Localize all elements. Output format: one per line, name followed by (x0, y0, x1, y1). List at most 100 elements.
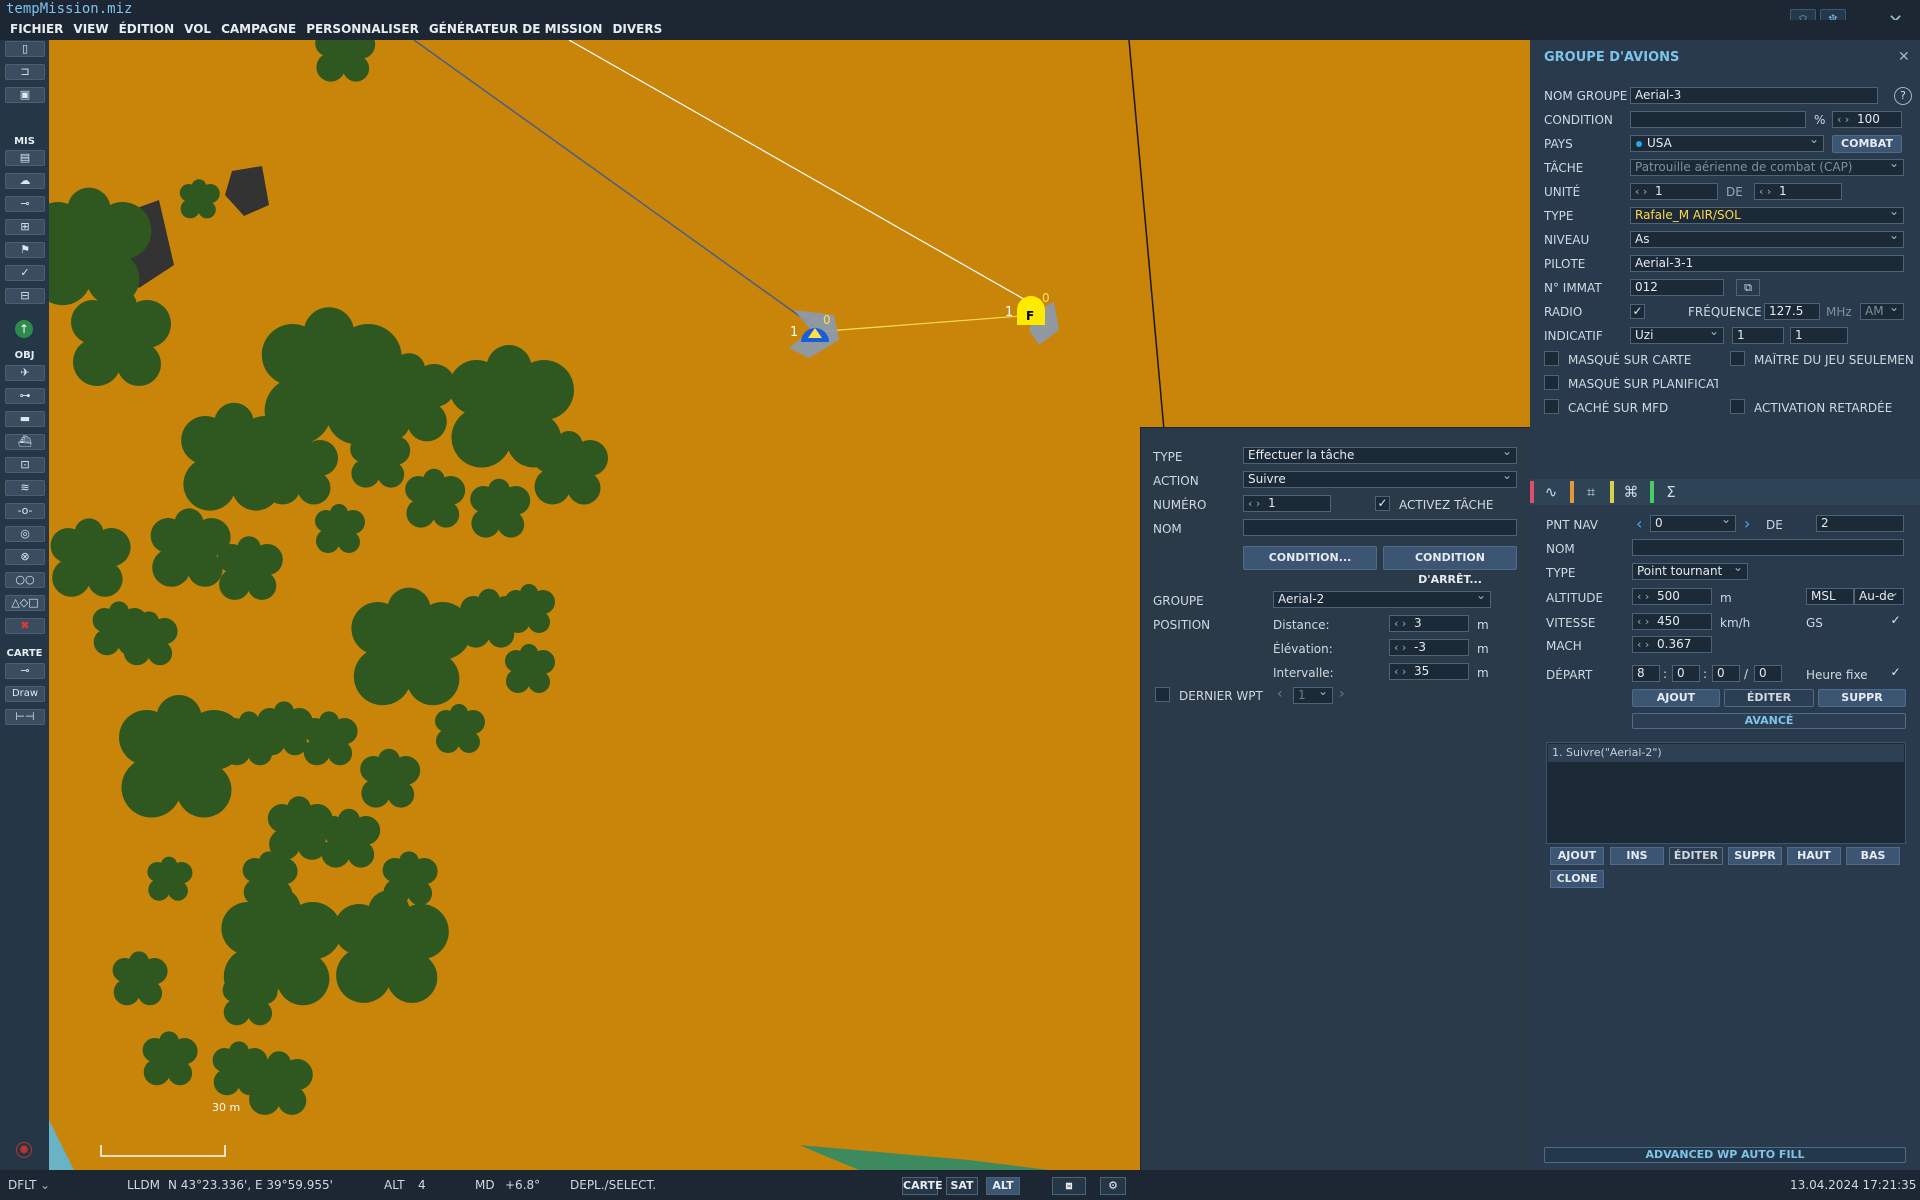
wp-suppr-button[interactable]: SUPPR (1818, 689, 1906, 707)
frequence-field[interactable]: 127.5 (1764, 303, 1820, 320)
trigger-icon[interactable]: ⊸ (5, 196, 45, 212)
copy-icon[interactable]: ⧉ (1736, 279, 1760, 296)
task-nom-field[interactable] (1243, 519, 1517, 536)
zone-icon[interactable]: ⊗ (5, 549, 45, 565)
wp-ajout-button[interactable]: AJOUT (1632, 689, 1720, 707)
numero-field[interactable]: 1 (1243, 495, 1331, 512)
waypoint-icon[interactable]: -o- (5, 503, 45, 519)
arrow-up-icon[interactable]: ↑ (15, 320, 33, 338)
condition-button[interactable]: CONDITION... (1243, 546, 1377, 570)
template-icon[interactable]: ○○ (5, 572, 45, 588)
ground-unit-icon[interactable]: ▬ (5, 411, 45, 427)
heure-fixe-checkbox[interactable]: ✓ (1888, 666, 1903, 681)
wp-editer-button[interactable]: ÉDITER (1724, 689, 1814, 707)
gs-checkbox[interactable]: ✓ (1888, 614, 1903, 629)
unite-de-field[interactable]: 1 (1754, 183, 1842, 200)
modulation-dropdown[interactable]: AM (1860, 303, 1904, 320)
type-dropdown[interactable]: Rafale_M AIR/SOL (1630, 207, 1904, 224)
weather-icon[interactable]: ☁ (5, 173, 45, 189)
dernier-wpt-checkbox[interactable] (1155, 687, 1170, 702)
indicatif-number-1[interactable]: 1 (1732, 327, 1784, 344)
depart-seconds[interactable]: 0 (1712, 665, 1740, 682)
action-bas-button[interactable]: BAS (1846, 847, 1900, 865)
aircraft-yellow-icon[interactable] (1017, 296, 1059, 345)
wp-type-dropdown[interactable]: Point tournant (1632, 563, 1748, 580)
wp-nom-field[interactable] (1632, 539, 1904, 556)
action-dropdown[interactable]: Suivre (1243, 471, 1517, 488)
immat-field[interactable]: 012 (1630, 279, 1724, 296)
menu-vol[interactable]: VOL (184, 20, 211, 40)
pilote-field[interactable]: Aerial-3-1 (1630, 255, 1904, 272)
distance-field[interactable]: 3 (1389, 615, 1469, 632)
condition-pct-field[interactable]: 100 (1832, 111, 1902, 128)
chain-icon[interactable]: ⊟ (5, 288, 45, 304)
depart-minutes[interactable]: 0 (1672, 665, 1700, 682)
ruler-icon[interactable]: ⊢⊣ (5, 709, 45, 725)
tab-payload-icon[interactable]: ⌘ (1616, 479, 1646, 505)
action-ajout-button[interactable]: AJOUT (1550, 847, 1604, 865)
menu-campagne[interactable]: CAMPAGNE (221, 20, 296, 40)
list-item[interactable]: 1. Suivre("Aerial-2") (1548, 744, 1904, 762)
maitre-jeu-checkbox[interactable] (1730, 351, 1745, 366)
key-icon[interactable]: ⊸ (5, 663, 45, 679)
intervalle-field[interactable]: 35 (1389, 663, 1469, 680)
settings-icon[interactable]: ⚙ (1100, 1177, 1126, 1195)
nom-groupe-field[interactable]: Aerial-3 (1630, 87, 1878, 104)
action-clone-button[interactable]: CLONE (1550, 870, 1604, 888)
close-panel-icon[interactable]: ✕ (1898, 49, 1910, 65)
niveau-dropdown[interactable]: As (1630, 231, 1904, 248)
ship-icon[interactable]: ⛴ (5, 434, 45, 450)
menu-edition[interactable]: ÉDITION (119, 20, 175, 40)
menu-view[interactable]: VIEW (73, 20, 108, 40)
indicatif-number-2[interactable]: 1 (1790, 327, 1848, 344)
prev-waypoint-icon[interactable]: ‹ (1636, 514, 1642, 533)
check-icon[interactable]: ✓ (5, 265, 45, 281)
pnt-nav-dropdown[interactable]: 0 (1650, 515, 1736, 532)
altitude-field[interactable]: 500 (1632, 588, 1712, 605)
dflt-dropdown[interactable]: DFLT (8, 1178, 37, 1192)
masque-planif-checkbox[interactable] (1544, 375, 1559, 390)
tab-target-icon[interactable]: ⌗ (1576, 479, 1606, 505)
target-icon[interactable]: ◎ (5, 526, 45, 542)
open-file-icon[interactable]: ⊐ (5, 64, 45, 80)
pays-dropdown[interactable]: USA (1630, 135, 1824, 152)
delete-icon[interactable]: ✖ (5, 618, 45, 634)
lldm-label[interactable]: LLDM (127, 1178, 160, 1192)
help-icon[interactable]: ? (1894, 87, 1912, 105)
unite-field[interactable]: 1 (1630, 183, 1718, 200)
task-type-dropdown[interactable]: Effectuer la tâche (1243, 447, 1517, 464)
action-haut-button[interactable]: HAUT (1787, 847, 1841, 865)
tab-summary-icon[interactable]: Σ (1656, 479, 1686, 505)
condition-field[interactable] (1630, 111, 1806, 128)
helicopter-icon[interactable]: ⊶ (5, 388, 45, 404)
next-waypoint-icon[interactable]: › (1744, 514, 1750, 533)
save-icon[interactable]: ▣ (5, 87, 45, 103)
draw-button[interactable]: Draw (5, 686, 45, 702)
action-editer-button[interactable]: ÉDITER (1669, 847, 1723, 865)
layer-icon[interactable]: ⧈ (1052, 1177, 1086, 1195)
vitesse-field[interactable]: 450 (1632, 613, 1712, 630)
menu-personnaliser[interactable]: PERSONNALISER (306, 20, 419, 40)
depart-hours[interactable]: 8 (1632, 665, 1660, 682)
plane-icon[interactable]: ✈ (5, 365, 45, 381)
alt-button[interactable]: ALT (986, 1177, 1020, 1195)
condition-arret-button[interactable]: CONDITION D'ARRÊT... (1383, 546, 1517, 586)
dernier-wpt-dropdown[interactable]: 1 (1293, 687, 1333, 704)
combat-button[interactable]: COMBAT (1832, 135, 1902, 153)
shapes-icon[interactable]: △◇□ (5, 595, 45, 611)
menu-divers[interactable]: DIVERS (612, 20, 662, 40)
depart-day[interactable]: 0 (1754, 665, 1782, 682)
action-suppr-button[interactable]: SUPPR (1728, 847, 1782, 865)
alt-mode-dropdown[interactable]: Au-de (1854, 588, 1904, 605)
record-icon[interactable]: ● (16, 1142, 32, 1158)
flag-icon[interactable]: ⚑ (5, 242, 45, 258)
alt-ref-dropdown[interactable]: MSL (1806, 588, 1854, 605)
indicatif-dropdown[interactable]: Uzi (1630, 327, 1724, 344)
cache-mfd-checkbox[interactable] (1544, 399, 1559, 414)
radio-checkbox[interactable]: ✓ (1630, 304, 1645, 319)
advanced-wp-auto-fill-button[interactable]: ADVANCED WP AUTO FILL (1544, 1147, 1906, 1163)
activation-checkbox[interactable] (1730, 399, 1745, 414)
chevron-right-icon[interactable]: › (1339, 686, 1345, 702)
menu-generateur[interactable]: GÉNÉRATEUR DE MISSION (429, 20, 603, 40)
activez-tache-checkbox[interactable]: ✓ (1375, 496, 1390, 511)
